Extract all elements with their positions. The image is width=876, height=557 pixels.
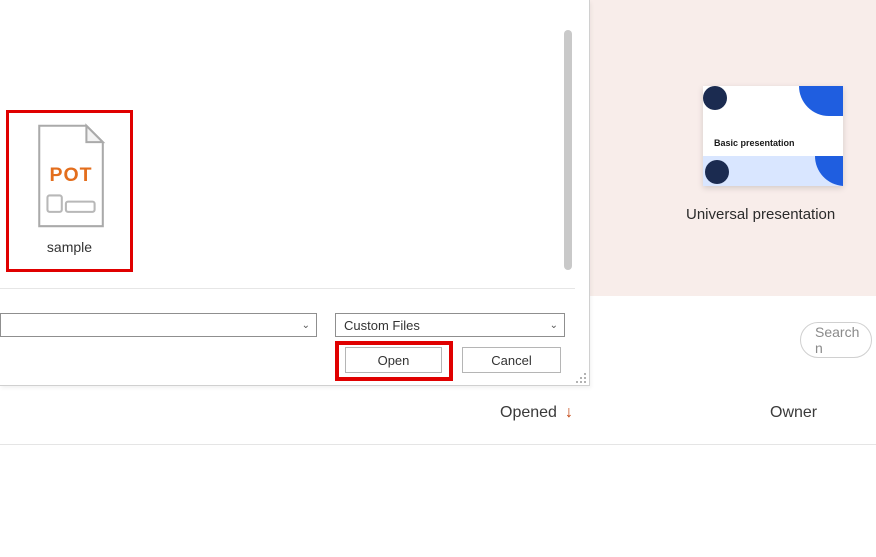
column-header-opened[interactable]: Opened ↓ [500, 404, 573, 422]
chevron-down-icon: ⌄ [302, 320, 310, 331]
file-list-pane[interactable]: POT sample [0, 0, 575, 289]
column-header-opened-label: Opened [500, 404, 557, 422]
vertical-scrollbar[interactable] [564, 30, 572, 282]
chevron-down-icon: ⌄ [550, 320, 558, 331]
dialog-controls: ⌄ Custom Files ⌄ Open Cancel [0, 293, 589, 385]
divider [0, 444, 876, 445]
open-button-label: Open [378, 353, 410, 368]
cancel-button-label: Cancel [491, 353, 531, 368]
file-item-sample[interactable]: POT sample [6, 110, 133, 272]
search-input[interactable]: Search n [800, 322, 872, 358]
arrow-down-icon: ↓ [565, 404, 573, 422]
template-inner-title: Basic presentation [714, 138, 795, 148]
cancel-button[interactable]: Cancel [462, 347, 561, 373]
filetype-label: Custom Files [344, 318, 420, 333]
column-header-owner[interactable]: Owner [770, 404, 817, 422]
resize-grip-icon[interactable] [575, 371, 587, 383]
filetype-select[interactable]: Custom Files ⌄ [335, 313, 565, 337]
filename-input[interactable]: ⌄ [0, 313, 317, 337]
file-open-dialog: POT sample ⌄ Custom Files ⌄ Open Cancel [0, 0, 590, 386]
svg-text:POT: POT [49, 164, 92, 186]
search-placeholder: Search n [815, 324, 871, 356]
pot-file-icon: POT [29, 123, 111, 231]
file-item-label: sample [47, 239, 92, 255]
template-thumbnail-graphic [703, 86, 843, 186]
open-button[interactable]: Open [345, 347, 442, 373]
scrollbar-thumb[interactable] [564, 30, 572, 270]
template-thumbnail[interactable] [703, 86, 843, 186]
template-label[interactable]: Universal presentation [686, 206, 835, 223]
